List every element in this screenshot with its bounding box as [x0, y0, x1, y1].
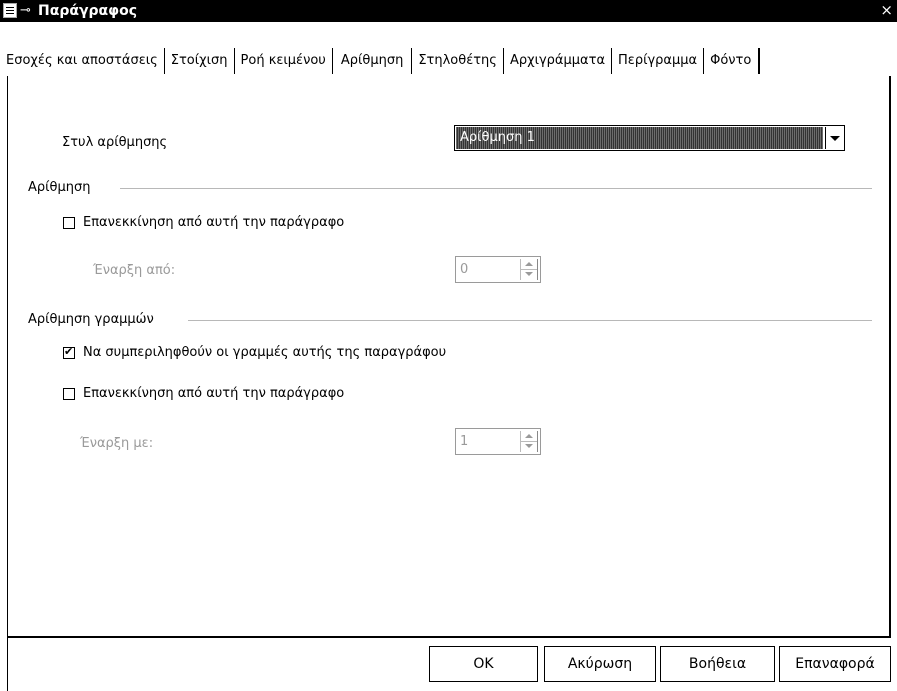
- line-start-label: Έναρξη με:: [80, 436, 154, 451]
- tab-alignment[interactable]: Στοίχιση: [163, 48, 234, 74]
- chevron-down-icon[interactable]: [825, 127, 843, 149]
- tab-text-flow[interactable]: Ροή κειμένου: [233, 48, 332, 74]
- tab-bar: Εσοχές και αποστάσεις Στοίχιση Ροή κειμέ…: [0, 48, 761, 76]
- numbering-style-select[interactable]: Αρίθμηση 1: [454, 125, 845, 151]
- window-title: Παράγραφος: [38, 3, 138, 19]
- help-button[interactable]: Βοήθεια: [660, 646, 775, 682]
- numbering-style-value[interactable]: Αρίθμηση 1: [456, 127, 823, 149]
- close-icon[interactable]: ×: [880, 1, 893, 19]
- line-restart-checkbox[interactable]: [63, 388, 75, 400]
- frame-bottom-border: [7, 636, 891, 638]
- line-start-value[interactable]: 1: [460, 434, 468, 450]
- document-icon[interactable]: [3, 3, 17, 18]
- ok-button[interactable]: OK: [429, 646, 538, 682]
- reset-button[interactable]: Επαναφορά: [779, 646, 891, 682]
- include-lines-checkbox[interactable]: [63, 345, 75, 359]
- title-bar[interactable]: ⊸ Παράγραφος ×: [0, 0, 897, 22]
- numbering-restart-label[interactable]: Επανεκκίνηση από αυτή την παράγραφο: [83, 215, 344, 231]
- numbering-start-spinbox[interactable]: 0: [455, 256, 541, 283]
- tab-tabs[interactable]: Στηλοθέτης: [411, 48, 503, 74]
- frame-left-border: [7, 76, 8, 691]
- spin-buttons: [520, 259, 538, 280]
- line-numbering-group-divider: [188, 320, 872, 321]
- numbering-style-label: Στυλ αρίθμησης: [62, 135, 168, 150]
- line-start-spinbox[interactable]: 1: [455, 428, 541, 455]
- tab-indents-spacing[interactable]: Εσοχές και αποστάσεις: [0, 48, 164, 74]
- spin-down-icon[interactable]: [521, 269, 537, 279]
- tab-borders[interactable]: Περίγραμμα: [611, 48, 703, 74]
- numbering-restart-checkbox[interactable]: [63, 217, 75, 229]
- frame-right-border: [889, 76, 891, 638]
- spin-buttons: [520, 431, 538, 452]
- cancel-button[interactable]: Ακύρωση: [544, 646, 656, 682]
- tab-bar-edge: [758, 48, 761, 74]
- numbering-group-title: Αρίθμηση: [28, 180, 91, 195]
- include-lines-label[interactable]: Να συμπεριληφθούν οι γραμμές αυτής της π…: [83, 345, 446, 361]
- pin-icon[interactable]: ⊸: [20, 2, 31, 20]
- tab-drop-caps[interactable]: Αρχιγράμματα: [502, 48, 611, 74]
- spin-down-icon[interactable]: [521, 441, 537, 451]
- line-restart-label[interactable]: Επανεκκίνηση από αυτή την παράγραφο: [83, 386, 344, 402]
- line-numbering-group-title: Αρίθμηση γραμμών: [28, 312, 154, 327]
- numbering-start-label: Έναρξη από:: [93, 263, 176, 278]
- tab-background[interactable]: Φόντο: [703, 48, 757, 74]
- tab-numbering[interactable]: Αρίθμηση: [331, 48, 412, 74]
- numbering-group-divider: [120, 188, 872, 189]
- numbering-start-value[interactable]: 0: [460, 262, 468, 278]
